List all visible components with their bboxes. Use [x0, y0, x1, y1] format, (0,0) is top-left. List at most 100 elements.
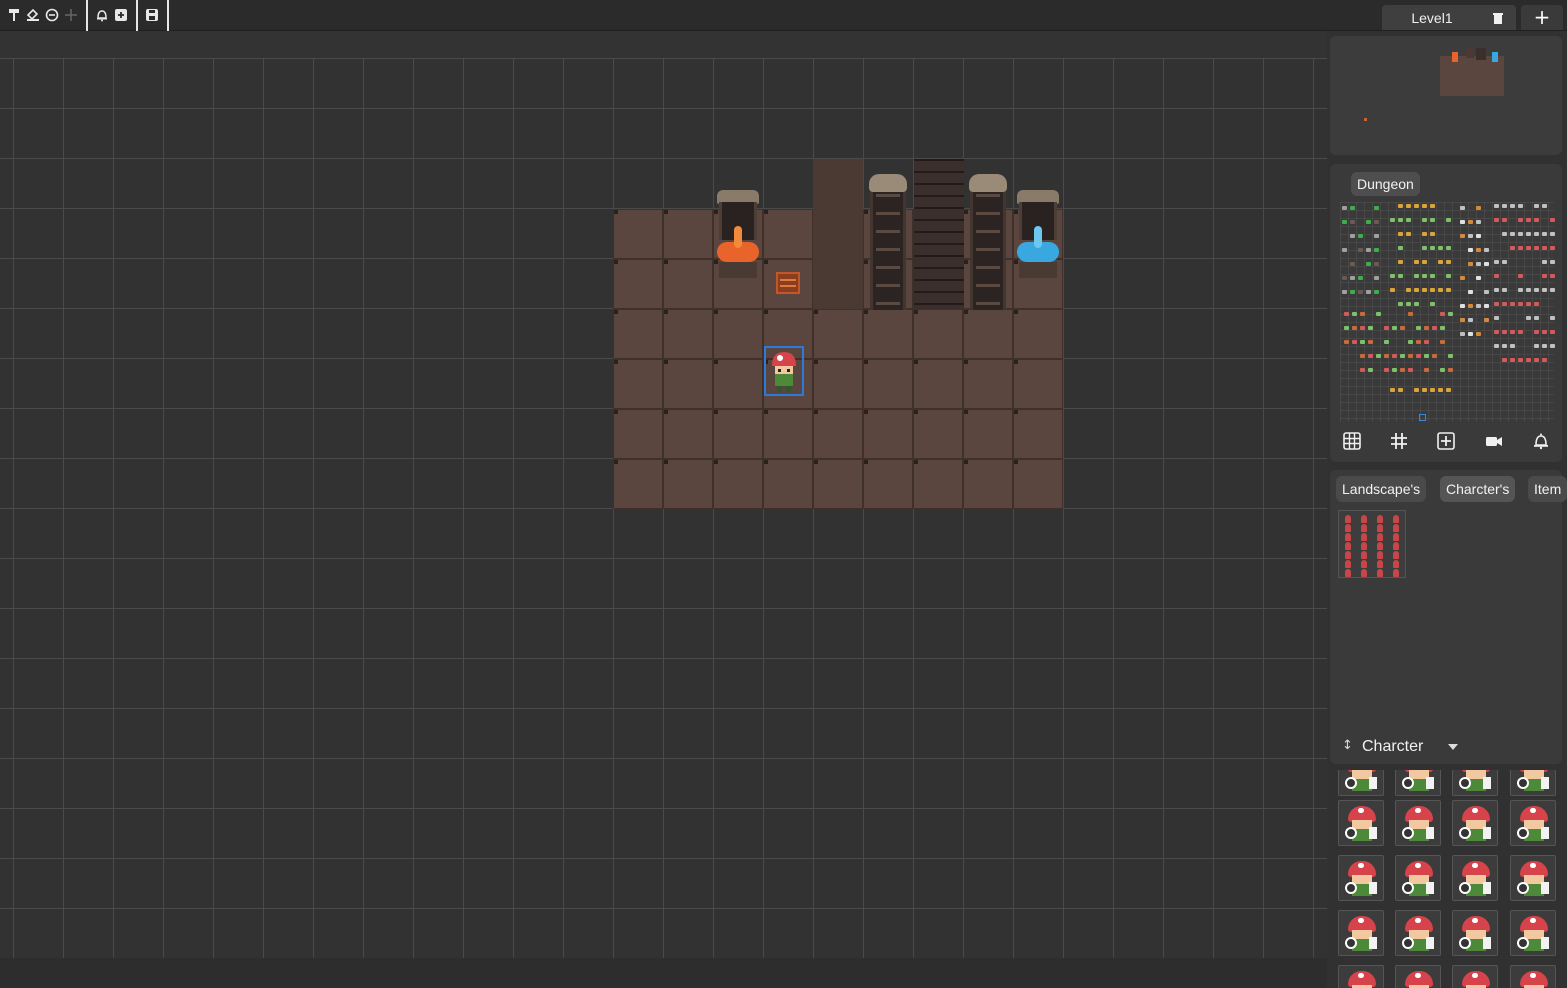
character-frame[interactable] — [1338, 965, 1384, 988]
tab-landscapes[interactable]: Landscape's — [1336, 476, 1426, 502]
mini-character-sprite — [1345, 533, 1351, 541]
tile-swatch — [1398, 388, 1403, 392]
tile-swatch — [1432, 354, 1437, 358]
floor-tile[interactable] — [913, 409, 963, 459]
floor-tile[interactable] — [613, 209, 663, 259]
treasure-chest[interactable] — [776, 272, 800, 294]
character-frame[interactable] — [1338, 800, 1384, 846]
floor-tile[interactable] — [1013, 409, 1063, 459]
move-icon[interactable] — [63, 6, 79, 24]
tile-swatch — [1542, 330, 1547, 334]
tile-swatch — [1476, 206, 1481, 210]
floor-tile[interactable] — [963, 409, 1013, 459]
character-frame[interactable] — [1395, 855, 1441, 901]
tile-swatch — [1502, 330, 1507, 334]
lava-fountain[interactable] — [715, 190, 761, 280]
snap-grid-icon[interactable] — [1388, 430, 1410, 452]
floor-tile[interactable] — [663, 259, 713, 309]
floor-tile[interactable] — [1013, 309, 1063, 359]
floor-tile[interactable] — [863, 459, 913, 509]
character-frame[interactable] — [1452, 770, 1498, 796]
minimap-panel[interactable] — [1330, 36, 1562, 155]
floor-tile[interactable] — [813, 459, 863, 509]
character-frame[interactable] — [1338, 910, 1384, 956]
floor-tile[interactable] — [613, 259, 663, 309]
floor-tile[interactable] — [1013, 459, 1063, 509]
stone-pillar-left[interactable] — [870, 180, 906, 310]
floor-tile[interactable] — [913, 459, 963, 509]
character-sheet-thumbnail[interactable] — [1338, 510, 1406, 578]
brick-wall-tile[interactable] — [914, 159, 964, 309]
camera-icon[interactable] — [1483, 430, 1505, 452]
character-frame[interactable] — [1338, 770, 1384, 796]
tileset-sheet[interactable] — [1340, 202, 1554, 422]
square-plus-icon[interactable] — [113, 6, 129, 24]
trash-icon[interactable] — [1493, 11, 1503, 23]
character-frame[interactable] — [1452, 910, 1498, 956]
floor-tile[interactable] — [863, 359, 913, 409]
floor-tile[interactable] — [613, 309, 663, 359]
character-frame[interactable] — [1510, 910, 1556, 956]
character-dropdown[interactable]: ↕ Charcter — [1336, 736, 1556, 758]
level-tab[interactable]: Level1 — [1382, 5, 1516, 30]
cracked-wall-tile[interactable] — [813, 159, 863, 309]
floor-tile[interactable] — [763, 209, 813, 259]
character-frame[interactable] — [1452, 965, 1498, 988]
grid-icon[interactable] — [1341, 430, 1363, 452]
floor-tile[interactable] — [663, 409, 713, 459]
floor-tile[interactable] — [813, 359, 863, 409]
floor-tile[interactable] — [663, 459, 713, 509]
character-frame[interactable] — [1338, 855, 1384, 901]
add-tile-icon[interactable] — [1435, 430, 1457, 452]
tile-swatch — [1422, 218, 1427, 222]
save-icon[interactable] — [144, 6, 160, 24]
floor-tile[interactable] — [813, 309, 863, 359]
character-frame[interactable] — [1510, 800, 1556, 846]
floor-tile[interactable] — [663, 209, 713, 259]
character-frame[interactable] — [1510, 965, 1556, 988]
floor-tile[interactable] — [963, 359, 1013, 409]
tile-swatch — [1430, 218, 1435, 222]
floor-tile[interactable] — [1013, 359, 1063, 409]
floor-tile[interactable] — [613, 459, 663, 509]
bell-add-icon[interactable] — [94, 6, 110, 24]
character-frame[interactable] — [1395, 910, 1441, 956]
add-level-button[interactable]: + — [1521, 5, 1563, 30]
paint-roller-icon[interactable] — [7, 6, 23, 24]
collision-bell-icon[interactable] — [1530, 430, 1552, 452]
floor-tile[interactable] — [963, 459, 1013, 509]
floor-tile[interactable] — [963, 309, 1013, 359]
stone-pillar-right[interactable] — [970, 180, 1006, 310]
floor-tile[interactable] — [913, 309, 963, 359]
floor-tile[interactable] — [863, 309, 913, 359]
floor-tile[interactable] — [713, 359, 763, 409]
character-frame[interactable] — [1510, 770, 1556, 796]
character-frame[interactable] — [1395, 965, 1441, 988]
tile-swatch — [1440, 312, 1445, 316]
floor-tile[interactable] — [863, 409, 913, 459]
erase-circle-icon[interactable] — [44, 6, 60, 24]
floor-tile[interactable] — [763, 409, 813, 459]
character-frame[interactable] — [1395, 770, 1441, 796]
fill-bucket-icon[interactable] — [25, 6, 41, 24]
floor-tile[interactable] — [763, 459, 813, 509]
floor-tile[interactable] — [613, 409, 663, 459]
selected-character-tile[interactable] — [764, 346, 804, 396]
tab-items[interactable]: Item — [1528, 476, 1567, 502]
floor-tile[interactable] — [613, 359, 663, 409]
water-fountain[interactable] — [1015, 190, 1061, 280]
tab-characters[interactable]: Charcter's — [1440, 476, 1515, 502]
character-frame[interactable] — [1452, 800, 1498, 846]
tileset-selector-chip[interactable]: Dungeon — [1351, 172, 1420, 196]
floor-tile[interactable] — [663, 309, 713, 359]
floor-tile[interactable] — [663, 359, 713, 409]
floor-tile[interactable] — [713, 459, 763, 509]
tile-swatch — [1360, 326, 1365, 330]
floor-tile[interactable] — [713, 409, 763, 459]
character-frame[interactable] — [1452, 855, 1498, 901]
floor-tile[interactable] — [813, 409, 863, 459]
floor-tile[interactable] — [713, 309, 763, 359]
character-frame[interactable] — [1510, 855, 1556, 901]
character-frame[interactable] — [1395, 800, 1441, 846]
floor-tile[interactable] — [913, 359, 963, 409]
